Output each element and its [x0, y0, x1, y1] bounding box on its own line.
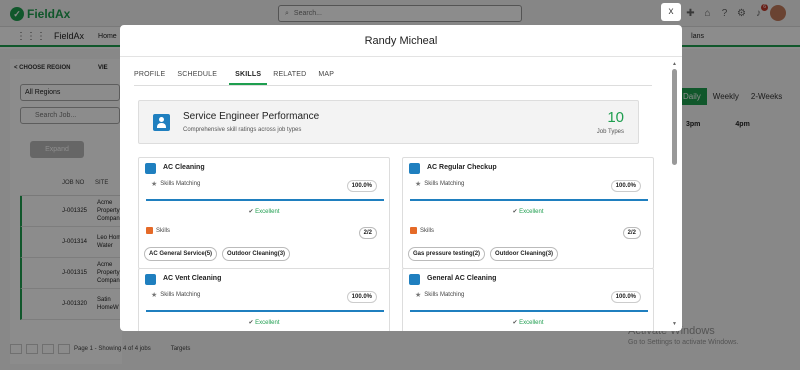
- job-types-count: 10: [607, 109, 624, 126]
- job-types-label: Job Types: [596, 129, 624, 135]
- tab-related[interactable]: RELATED: [273, 69, 312, 85]
- card-title: AC Regular Checkup: [427, 164, 497, 171]
- match-progress-bar: [146, 199, 384, 201]
- skills-matching: ★ Skills Matching: [151, 180, 200, 188]
- match-label: Skills Matching: [424, 292, 465, 298]
- match-percent: 100.0%: [346, 291, 377, 303]
- skill-card: AC Regular Checkup ★ Skills Matching 100.…: [402, 157, 654, 269]
- skill-chip: AC General Service(5): [144, 247, 218, 261]
- match-progress-bar: [146, 310, 384, 312]
- performance-title: Service Engineer Performance: [183, 111, 320, 122]
- tab-profile[interactable]: PROFILE: [134, 69, 171, 85]
- performance-summary: Service Engineer Performance Comprehensi…: [138, 100, 639, 144]
- skills-matching: ★ Skills Matching: [151, 291, 200, 299]
- skills-matching: ★ Skills Matching: [415, 291, 464, 299]
- check-circle-icon: ✔: [512, 320, 518, 326]
- scroll-down-arrow-icon[interactable]: ▼: [672, 321, 677, 327]
- skills-row: Skills: [146, 227, 170, 234]
- job-type-icon: [409, 274, 420, 285]
- card-title: AC Cleaning: [163, 164, 205, 171]
- star-icon: ★: [415, 292, 422, 299]
- star-icon: ★: [415, 181, 422, 188]
- job-type-icon: [145, 274, 156, 285]
- skills-label: Skills: [156, 227, 171, 234]
- match-progress-bar: [410, 199, 648, 201]
- check-circle-icon: ✔: [248, 320, 254, 326]
- scrollbar-thumb[interactable]: [672, 69, 677, 165]
- card-title: AC Vent Cleaning: [163, 275, 222, 282]
- match-label: Skills Matching: [424, 181, 465, 187]
- match-progress-bar: [410, 310, 648, 312]
- job-type-icon: [409, 163, 420, 174]
- skill-chip: Gas pressure testing(2): [408, 247, 486, 261]
- match-percent: 100.0%: [610, 180, 641, 192]
- skill-chip: Outdoor Cleaning(3): [222, 247, 291, 261]
- level-label: Excellent: [519, 209, 544, 215]
- skill-chips: Gas pressure testing(2) Outdoor Cleaning…: [408, 247, 559, 261]
- tab-schedule[interactable]: SCHEDULE: [177, 69, 223, 85]
- engineer-details-modal: Randy Micheal PROFILE SCHEDULE SKILLS RE…: [120, 25, 682, 331]
- skills-icon: [146, 227, 153, 234]
- tab-skills[interactable]: SKILLS: [229, 69, 268, 85]
- performance-subtitle: Comprehensive skill ratings across job t…: [183, 127, 302, 133]
- skills-matching: ★ Skills Matching: [415, 180, 464, 188]
- job-type-icon: [145, 163, 156, 174]
- modal-close-button[interactable]: x: [661, 3, 681, 21]
- skill-chip: Outdoor Cleaning(3): [490, 247, 559, 261]
- skills-ratio: 2/2: [622, 227, 641, 239]
- modal-title: Randy Micheal: [120, 25, 682, 57]
- match-percent: 100.0%: [610, 291, 641, 303]
- engineer-profile-icon: [153, 114, 170, 131]
- skill-chips: AC General Service(5) Outdoor Cleaning(3…: [144, 247, 291, 261]
- skills-row: Skills: [410, 227, 434, 234]
- level-indicator: ✔ Excellent: [139, 319, 389, 326]
- match-label: Skills Matching: [160, 181, 201, 187]
- check-circle-icon: ✔: [248, 209, 254, 215]
- level-label: Excellent: [255, 320, 280, 326]
- match-label: Skills Matching: [160, 292, 201, 298]
- skills-ratio: 2/2: [358, 227, 377, 239]
- scroll-up-arrow-icon[interactable]: ▲: [672, 61, 677, 67]
- modal-tabs: PROFILE SCHEDULE SKILLS RELATED MAP: [134, 69, 652, 86]
- skills-label: Skills: [420, 227, 435, 234]
- match-percent: 100.0%: [346, 180, 377, 192]
- level-label: Excellent: [255, 209, 280, 215]
- level-indicator: ✔ Excellent: [139, 208, 389, 215]
- card-title: General AC Cleaning: [427, 275, 497, 282]
- skill-card: AC Cleaning ★ Skills Matching 100.0% ✔ Ex…: [138, 157, 390, 269]
- skill-card: AC Vent Cleaning ★ Skills Matching 100.0%…: [138, 268, 390, 331]
- skills-content: Service Engineer Performance Comprehensi…: [120, 85, 682, 331]
- star-icon: ★: [151, 292, 158, 299]
- skill-card: General AC Cleaning ★ Skills Matching 100…: [402, 268, 654, 331]
- level-indicator: ✔ Excellent: [403, 319, 653, 326]
- modal-scrollbar[interactable]: ▲ ▼: [671, 61, 679, 327]
- tab-map[interactable]: MAP: [318, 69, 340, 85]
- level-label: Excellent: [519, 320, 544, 326]
- skills-icon: [410, 227, 417, 234]
- check-circle-icon: ✔: [512, 209, 518, 215]
- star-icon: ★: [151, 181, 158, 188]
- level-indicator: ✔ Excellent: [403, 208, 653, 215]
